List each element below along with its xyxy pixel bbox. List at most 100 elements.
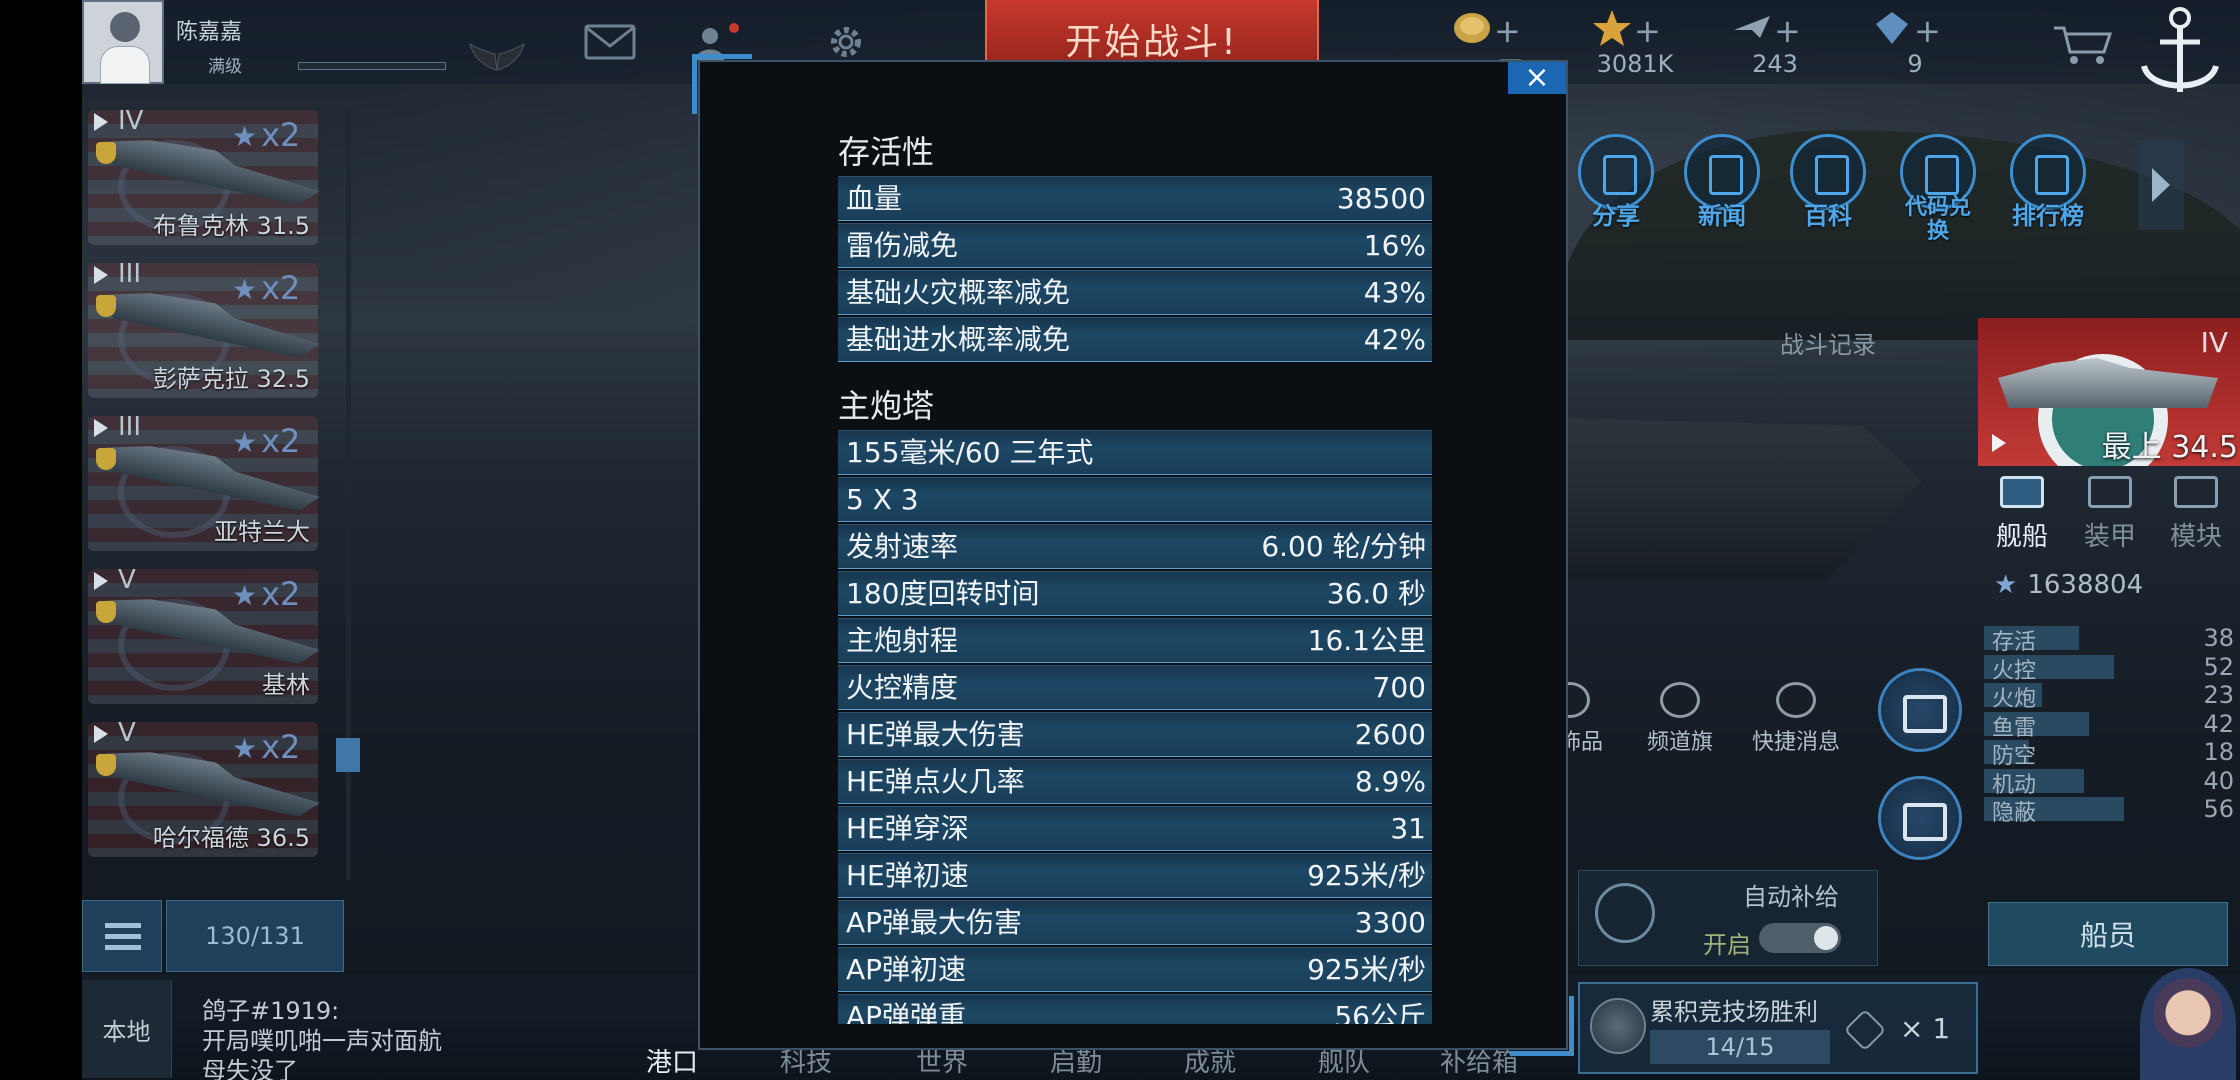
- ship-card[interactable]: IV ★ x2 布鲁克林 31.5: [82, 100, 332, 250]
- ship-list-scroll-thumb[interactable]: [336, 738, 360, 772]
- captain-avatar[interactable]: [2140, 968, 2236, 1080]
- tab-module[interactable]: 模块: [2154, 472, 2238, 552]
- stat-row: 5 X 3: [838, 477, 1432, 522]
- add-parts-icon[interactable]: +: [1774, 12, 1801, 50]
- auto-supply-toggle[interactable]: [1759, 923, 1841, 953]
- list-view-button[interactable]: [82, 900, 162, 972]
- wings-badge-icon: [469, 42, 525, 71]
- stat-row: AP弹最大伤害 3300: [838, 900, 1432, 945]
- chat-bubble-icon: [1776, 682, 1816, 718]
- stat-label: HE弹穿深: [846, 812, 969, 845]
- diamond-resource[interactable]: + 9: [1860, 0, 1970, 84]
- stat-row: HE弹点火几率 8.9%: [838, 759, 1432, 804]
- tab-armor[interactable]: 装甲: [2068, 472, 2152, 552]
- stat-label: AP弹初速: [846, 953, 967, 986]
- stat-row: 基础进水概率减免 42%: [838, 317, 1432, 362]
- stat-row: AP弹弹重 56公斤: [838, 994, 1432, 1024]
- ship-type-icon: [94, 724, 108, 743]
- selected-ship-card[interactable]: IV 最上 34.5: [1978, 318, 2240, 466]
- stat-label: HE弹最大伤害: [846, 718, 1025, 751]
- tab-ship[interactable]: 舰船: [1980, 472, 2064, 552]
- stat-value: 56: [2203, 795, 2234, 823]
- equip-round-button[interactable]: [1878, 668, 1962, 752]
- anchor-menu-icon[interactable]: [2130, 0, 2230, 110]
- ship-card[interactable]: III ★ x2 亚特兰大: [82, 406, 332, 556]
- add-merit-icon[interactable]: +: [1634, 12, 1661, 50]
- ship-type-icon: [94, 265, 108, 284]
- stat-row: 火控精度 700: [838, 665, 1432, 710]
- stat-value: 42%: [1363, 323, 1426, 356]
- battle-record-link[interactable]: 战斗记录: [1780, 325, 1876, 360]
- reward-chip-icon: [1843, 1008, 1887, 1052]
- ship-name: 哈尔福德 36.5: [152, 824, 310, 852]
- ship-stat-row: 机动 40: [1984, 765, 2234, 798]
- left-letterbox: [0, 0, 82, 1080]
- arena-progress: 14/15: [1650, 1030, 1830, 1064]
- news-button[interactable]: 新闻: [1682, 134, 1762, 230]
- stat-value: 42: [2203, 709, 2234, 738]
- parts-resource[interactable]: + 243: [1720, 0, 1830, 84]
- channel-flag-button[interactable]: 频道旗: [1630, 682, 1730, 756]
- shop-cart-icon[interactable]: [2050, 22, 2114, 66]
- redeem-code-button[interactable]: 代码兑换: [1898, 134, 1978, 244]
- diamond-icon: [1876, 12, 1908, 44]
- stat-value: 8.9%: [1354, 765, 1426, 798]
- arena-victory-panel[interactable]: 累积竞技场胜利 14/15 × 1: [1578, 982, 1978, 1074]
- quick-message-button[interactable]: 快捷消息: [1746, 682, 1846, 756]
- auto-supply-panel: 自动补给 开启: [1578, 870, 1878, 966]
- stat-label: 基础火灾概率减免: [846, 276, 1071, 309]
- add-diamond-icon[interactable]: +: [1914, 12, 1941, 50]
- ship-list[interactable]: IV ★ x2 布鲁克林 31.5 III ★ x2 彭萨克拉 32.5 III ★…: [82, 100, 332, 890]
- stat-row: HE弹初速 925米/秒: [838, 853, 1432, 898]
- settings-gear-icon[interactable]: [820, 22, 872, 62]
- medal-icon: [96, 295, 116, 317]
- star-icon: ★: [232, 120, 258, 153]
- star-icon: ★: [1994, 570, 2018, 600]
- gold-coin-icon: [1454, 13, 1490, 43]
- nav-port[interactable]: 港口: [646, 1042, 698, 1079]
- ship-count: 130/131: [166, 900, 344, 972]
- ship-card[interactable]: III ★ x2 彭萨克拉 32.5: [82, 253, 332, 403]
- stat-row: AP弹初速 925米/秒: [838, 947, 1432, 992]
- ship-type-icon: [94, 418, 108, 437]
- stat-value: 3300: [1354, 906, 1426, 939]
- module-tab-icon: [2174, 476, 2218, 508]
- stat-value: 40: [2203, 766, 2234, 795]
- medal-icon: [96, 754, 116, 776]
- stat-row: 180度回转时间 36.0 秒: [838, 571, 1432, 616]
- medal-icon: [96, 142, 116, 164]
- chat-channel-local[interactable]: 本地: [82, 980, 172, 1078]
- leaderboard-button[interactable]: 排行榜: [2008, 134, 2088, 230]
- stat-row: 155毫米/60 三年式: [838, 430, 1432, 475]
- ship-type-icon: [94, 571, 108, 590]
- plane-parts-icon: [1734, 16, 1770, 38]
- flag-icon: [1660, 682, 1700, 718]
- stat-value: 38500: [1336, 182, 1426, 215]
- star-icon: ★: [232, 426, 258, 459]
- player-avatar[interactable]: [82, 0, 164, 84]
- ship-type-icon: [94, 112, 108, 131]
- chat-preview[interactable]: 鸽子#1919: 开局噗叽啪一声对面航 母失没了: [202, 996, 502, 1080]
- wiki-button[interactable]: 百科: [1788, 134, 1868, 230]
- add-gold-icon[interactable]: +: [1494, 12, 1521, 50]
- stats-scroll-area[interactable]: 存活性 血量 38500 雷伤减免 16% 基础火灾概率减免 43% 基础进水概率减免 42% 主…: [838, 128, 1432, 1024]
- list-icon: [105, 923, 141, 951]
- stat-label: 雷伤减免: [846, 229, 959, 262]
- stat-label: 发射速率: [846, 530, 959, 563]
- selected-ship-name: 最上 34.5: [2101, 430, 2238, 465]
- stat-value: 38: [2203, 624, 2234, 652]
- close-button[interactable]: ×: [1508, 62, 1566, 94]
- mail-icon[interactable]: [584, 22, 636, 62]
- ship-stat-row: 隐蔽 56: [1984, 793, 2234, 826]
- stat-value: 52: [2203, 652, 2234, 681]
- repair-tools-button[interactable]: [1878, 776, 1962, 860]
- ship-card[interactable]: V ★ x2 基林: [82, 559, 332, 709]
- ship-card[interactable]: V ★ x2 哈尔福德 36.5: [82, 712, 332, 862]
- merit-resource[interactable]: + 3081K: [1580, 0, 1690, 84]
- crew-button[interactable]: 船员: [1988, 902, 2228, 966]
- section-title: 存活性: [838, 133, 935, 171]
- share-button[interactable]: 分享: [1576, 134, 1656, 230]
- expand-arrow-icon[interactable]: [2138, 140, 2184, 230]
- stat-value: 6.00 轮/分钟: [1261, 530, 1426, 563]
- stat-label: AP弹弹重: [846, 1000, 967, 1024]
